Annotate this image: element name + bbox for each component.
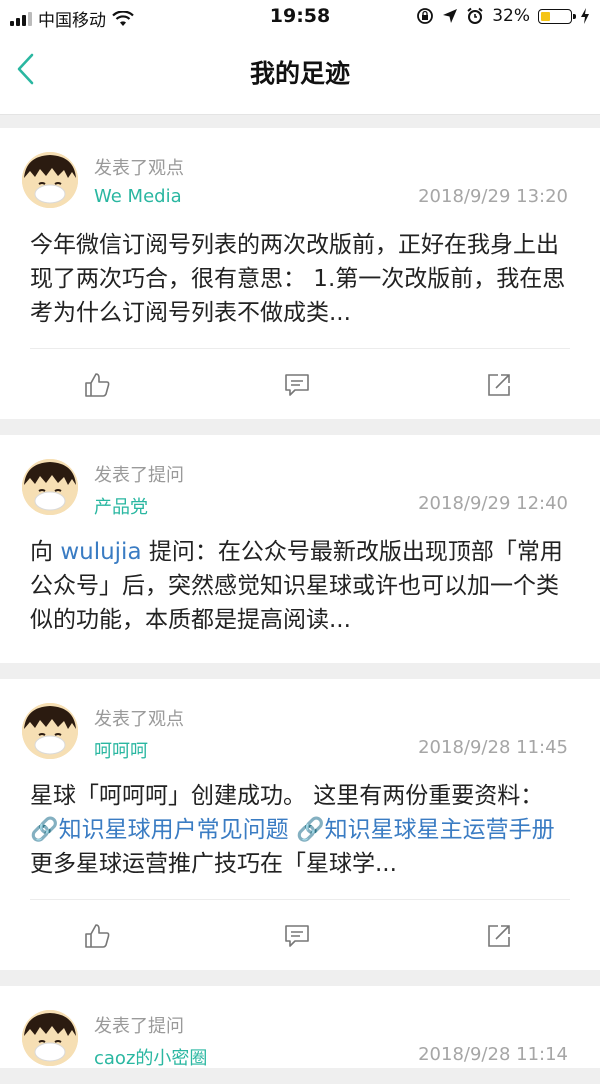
like-button[interactable] <box>83 922 111 950</box>
post-time: 2018/9/29 13:20 <box>418 186 568 207</box>
avatar[interactable] <box>22 152 78 208</box>
share-button[interactable] <box>485 922 513 950</box>
rotation-lock-icon <box>417 8 434 24</box>
card-actions <box>30 899 570 970</box>
link-separator <box>289 817 296 843</box>
avatar-illustration <box>22 1010 78 1066</box>
feed-card[interactable]: 发表了提问 产品党 2018/9/29 12:40 向 wulujia 提问：在… <box>0 435 600 663</box>
content-prefix: 星球「呵呵呵」创建成功。 这里有两份重要资料： <box>30 783 544 809</box>
footprint-feed: 发表了观点 We Media 2018/9/29 13:20 今年微信订阅号列表… <box>0 128 600 1084</box>
share-icon <box>488 925 510 947</box>
content-text: 更多星球运营推广技巧在「星球学... <box>30 851 397 877</box>
circle-name-link[interactable]: caoz的小密圈 <box>94 1044 207 1070</box>
page-title: 我的足迹 <box>249 59 350 88</box>
battery-fill <box>541 11 550 21</box>
battery-icon <box>538 8 576 24</box>
post-time: 2018/9/29 12:40 <box>418 493 568 514</box>
action-text: 发表了观点 <box>94 709 184 730</box>
circle-name-link[interactable]: 产品党 <box>94 493 148 519</box>
feed-card[interactable]: 发表了提问 caoz的小密圈 2018/9/28 11:14 <box>0 986 600 1070</box>
comment-icon <box>285 925 309 947</box>
action-text: 发表了观点 <box>94 158 184 179</box>
mentioned-user-link[interactable]: wulujia <box>60 539 141 565</box>
circle-name-link[interactable]: 呵呵呵 <box>94 737 148 763</box>
thumbs-up-icon <box>85 373 110 397</box>
avatar[interactable] <box>22 703 78 759</box>
charging-icon <box>581 8 589 24</box>
card-header: 发表了提问 产品党 2018/9/29 12:40 <box>0 435 600 519</box>
battery-percent: 32% <box>492 6 530 26</box>
avatar[interactable] <box>22 459 78 515</box>
alarm-icon <box>467 7 483 24</box>
share-icon <box>488 374 510 396</box>
comment-icon <box>285 374 309 396</box>
post-time: 2018/9/28 11:45 <box>418 737 568 758</box>
card-header: 发表了提问 caoz的小密圈 2018/9/28 11:14 <box>0 986 600 1070</box>
post-content[interactable]: 今年微信订阅号列表的两次改版前，正好在我身上出现了两次巧合，很有意思： 1.第一… <box>0 210 600 330</box>
avatar-illustration <box>22 459 78 515</box>
circle-name-link[interactable]: We Media <box>94 186 182 207</box>
thumbs-up-icon <box>85 924 110 948</box>
handbook-link[interactable]: 🔗知识星球星主运营手册 <box>296 817 555 843</box>
nav-bar: 我的足迹 <box>0 34 600 115</box>
card-header: 发表了观点 We Media 2018/9/29 13:20 <box>0 128 600 210</box>
comment-button[interactable] <box>283 922 311 950</box>
location-icon <box>443 9 458 23</box>
post-time: 2018/9/28 11:14 <box>418 1044 568 1065</box>
avatar-illustration <box>22 703 78 759</box>
action-text: 发表了提问 <box>94 465 184 486</box>
share-button[interactable] <box>485 371 513 399</box>
action-text: 发表了提问 <box>94 1016 184 1037</box>
post-content[interactable]: 向 wulujia 提问：在公众号最新改版出现顶部「常用公众号」后，突然感觉知识… <box>0 517 600 663</box>
status-right: 32% <box>416 6 590 26</box>
card-header: 发表了观点 呵呵呵 2018/9/28 11:45 <box>0 679 600 763</box>
feed-card[interactable]: 发表了观点 呵呵呵 2018/9/28 11:45 星球「呵呵呵」创建成功。 这… <box>0 679 600 970</box>
status-bar: 中国移动 19:58 32% <box>0 0 600 34</box>
card-actions <box>30 348 570 419</box>
avatar[interactable] <box>22 1010 78 1066</box>
post-content[interactable]: 星球「呵呵呵」创建成功。 这里有两份重要资料： 🔗知识星球用户常见问题 🔗知识星… <box>0 761 600 881</box>
faq-link[interactable]: 🔗知识星球用户常见问题 <box>30 817 289 843</box>
like-button[interactable] <box>83 371 111 399</box>
content-prefix: 向 <box>30 539 61 565</box>
comment-button[interactable] <box>283 371 311 399</box>
feed-card[interactable]: 发表了观点 We Media 2018/9/29 13:20 今年微信订阅号列表… <box>0 128 600 419</box>
avatar-illustration <box>22 152 78 208</box>
